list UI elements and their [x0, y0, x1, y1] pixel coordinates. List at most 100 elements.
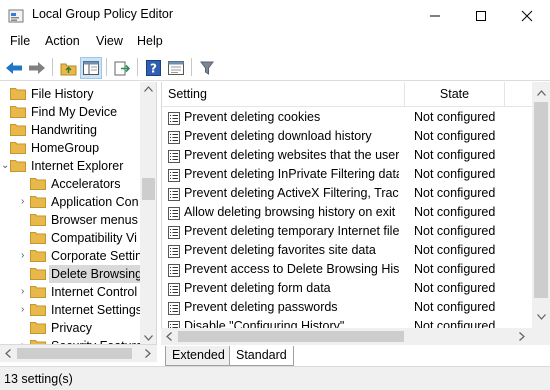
folder-icon	[30, 322, 46, 334]
forward-button[interactable]	[26, 57, 48, 79]
filter-button[interactable]	[196, 57, 218, 79]
column-header-setting[interactable]: Setting	[162, 82, 405, 107]
setting-state: Not configured	[414, 186, 496, 200]
setting-name: Prevent deleting websites that the user …	[184, 148, 399, 162]
tree-item-find-my-device[interactable]: Find My Device	[0, 103, 140, 121]
menu-help[interactable]: Help	[135, 34, 165, 48]
tree-item-label: HomeGroup	[31, 141, 100, 155]
properties-button[interactable]	[165, 57, 187, 79]
tree-item-label: Security Feature	[49, 337, 140, 344]
setting-name: Prevent deleting temporary Internet file…	[184, 224, 399, 238]
policy-setting-icon	[168, 226, 180, 239]
scroll-right-icon[interactable]	[519, 332, 525, 341]
minimize-button[interactable]	[412, 0, 458, 31]
tree-item-file-history[interactable]: File History	[0, 85, 140, 103]
tree-item-label: Handwriting	[31, 123, 98, 137]
tree-item-homegroup[interactable]: HomeGroup	[0, 139, 140, 157]
tree-horizontal-scrollbar[interactable]	[0, 345, 157, 362]
setting-row[interactable]: Prevent deleting passwords Not configured	[162, 299, 532, 318]
list-vertical-scrollbar[interactable]	[532, 82, 550, 345]
setting-row[interactable]: Prevent deleting form data Not configured	[162, 280, 532, 299]
folder-icon	[10, 124, 26, 136]
close-button[interactable]	[504, 0, 550, 31]
menu-view[interactable]: View	[94, 34, 125, 48]
setting-row[interactable]: Prevent deleting download history Not con…	[162, 128, 532, 147]
setting-state: Not configured	[414, 224, 496, 238]
setting-state: Not configured	[414, 205, 496, 219]
tree-item-label: Find My Device	[31, 105, 118, 119]
folder-icon	[10, 142, 26, 154]
tree-item-internet-explorer[interactable]: ⌄ Internet Explorer	[0, 157, 140, 175]
setting-row[interactable]: Prevent deleting InPrivate Filtering dat…	[162, 166, 532, 185]
scroll-down-icon[interactable]	[144, 335, 153, 341]
menu-bar: File Action View Help	[0, 31, 550, 53]
folder-icon	[10, 106, 26, 118]
folder-icon	[10, 88, 26, 100]
tree-item-internet-control[interactable]: › Internet Control	[0, 283, 140, 301]
tree-scroll-thumb[interactable]	[142, 178, 155, 200]
list-horizontal-scrollbar[interactable]	[161, 328, 532, 345]
list-hscroll-thumb[interactable]	[178, 331, 404, 342]
toolbar: ?	[0, 53, 550, 81]
list-scroll-thumb[interactable]	[534, 102, 548, 298]
setting-row[interactable]: Prevent deleting cookies Not configured	[162, 109, 532, 128]
scroll-right-icon[interactable]	[145, 349, 151, 358]
policy-setting-icon	[168, 188, 180, 201]
scroll-up-icon[interactable]	[537, 90, 546, 96]
setting-row[interactable]: Allow deleting browsing history on exit N…	[162, 204, 532, 223]
policy-setting-icon	[168, 131, 180, 144]
toolbar-separator	[52, 58, 53, 76]
folder-icon	[30, 178, 46, 190]
setting-row[interactable]: Prevent deleting ActiveX Filtering, Trac…	[162, 185, 532, 204]
tree-item-handwriting[interactable]: Handwriting	[0, 121, 140, 139]
back-button[interactable]	[3, 57, 25, 79]
tree-item-accelerators[interactable]: Accelerators	[0, 175, 140, 193]
setting-row[interactable]: Prevent deleting websites that the user …	[162, 147, 532, 166]
tree-item-delete-browsing[interactable]: Delete Browsing	[0, 265, 140, 283]
maximize-button[interactable]	[458, 0, 504, 31]
window-title: Local Group Policy Editor	[32, 7, 174, 21]
setting-state: Not configured	[414, 243, 496, 257]
column-header-state[interactable]: State	[405, 82, 505, 107]
forward-arrow-icon	[29, 62, 45, 74]
setting-name: Prevent deleting form data	[184, 281, 331, 295]
tree-item-application-con[interactable]: › Application Con	[0, 193, 140, 211]
setting-state: Not configured	[414, 167, 496, 181]
title-bar: Local Group Policy Editor	[0, 0, 550, 31]
show-hide-console-tree-button[interactable]	[80, 57, 102, 79]
folder-icon	[30, 286, 46, 298]
tree-item-compatibility-vi[interactable]: Compatibility Vi	[0, 229, 140, 247]
export-list-button[interactable]	[111, 57, 133, 79]
scroll-left-icon[interactable]	[5, 349, 11, 358]
menu-action[interactable]: Action	[43, 34, 82, 48]
tree-item-privacy[interactable]: Privacy	[0, 319, 140, 337]
setting-row[interactable]: Prevent access to Delete Browsing Hist..…	[162, 261, 532, 280]
help-button[interactable]: ?	[142, 57, 164, 79]
scroll-up-icon[interactable]	[144, 86, 153, 92]
tree-item-internet-settings[interactable]: › Internet Settings	[0, 301, 140, 319]
setting-state: Not configured	[414, 262, 496, 276]
tree-item-label: Internet Control	[51, 285, 138, 299]
tree-hscroll-thumb[interactable]	[17, 348, 132, 359]
view-tabs: Extended Standard	[161, 346, 550, 366]
tree-item-label: Corporate Settin	[51, 249, 140, 263]
up-one-level-button[interactable]	[57, 57, 79, 79]
tree-item-corporate-settin[interactable]: › Corporate Settin	[0, 247, 140, 265]
tree-item-browser-menus[interactable]: Browser menus	[0, 211, 140, 229]
scroll-left-icon[interactable]	[166, 332, 172, 341]
tab-standard[interactable]: Standard	[229, 346, 294, 366]
filter-icon	[200, 61, 214, 75]
console-tree: File History Find My Device Handwriting Hom…	[0, 82, 157, 345]
tree-vertical-scrollbar[interactable]	[140, 82, 156, 344]
status-text: 13 setting(s)	[4, 372, 73, 386]
setting-state: Not configured	[414, 110, 496, 124]
folder-icon	[30, 196, 46, 208]
close-icon	[521, 10, 533, 21]
scroll-down-icon[interactable]	[537, 314, 546, 320]
tree-item-security-feature[interactable]: ›Security Feature	[0, 337, 140, 344]
tab-extended[interactable]: Extended	[165, 346, 232, 366]
setting-row[interactable]: Prevent deleting favorites site data Not …	[162, 242, 532, 261]
setting-row[interactable]: Prevent deleting temporary Internet file…	[162, 223, 532, 242]
menu-file[interactable]: File	[8, 34, 32, 48]
group-policy-app-icon	[8, 9, 24, 23]
